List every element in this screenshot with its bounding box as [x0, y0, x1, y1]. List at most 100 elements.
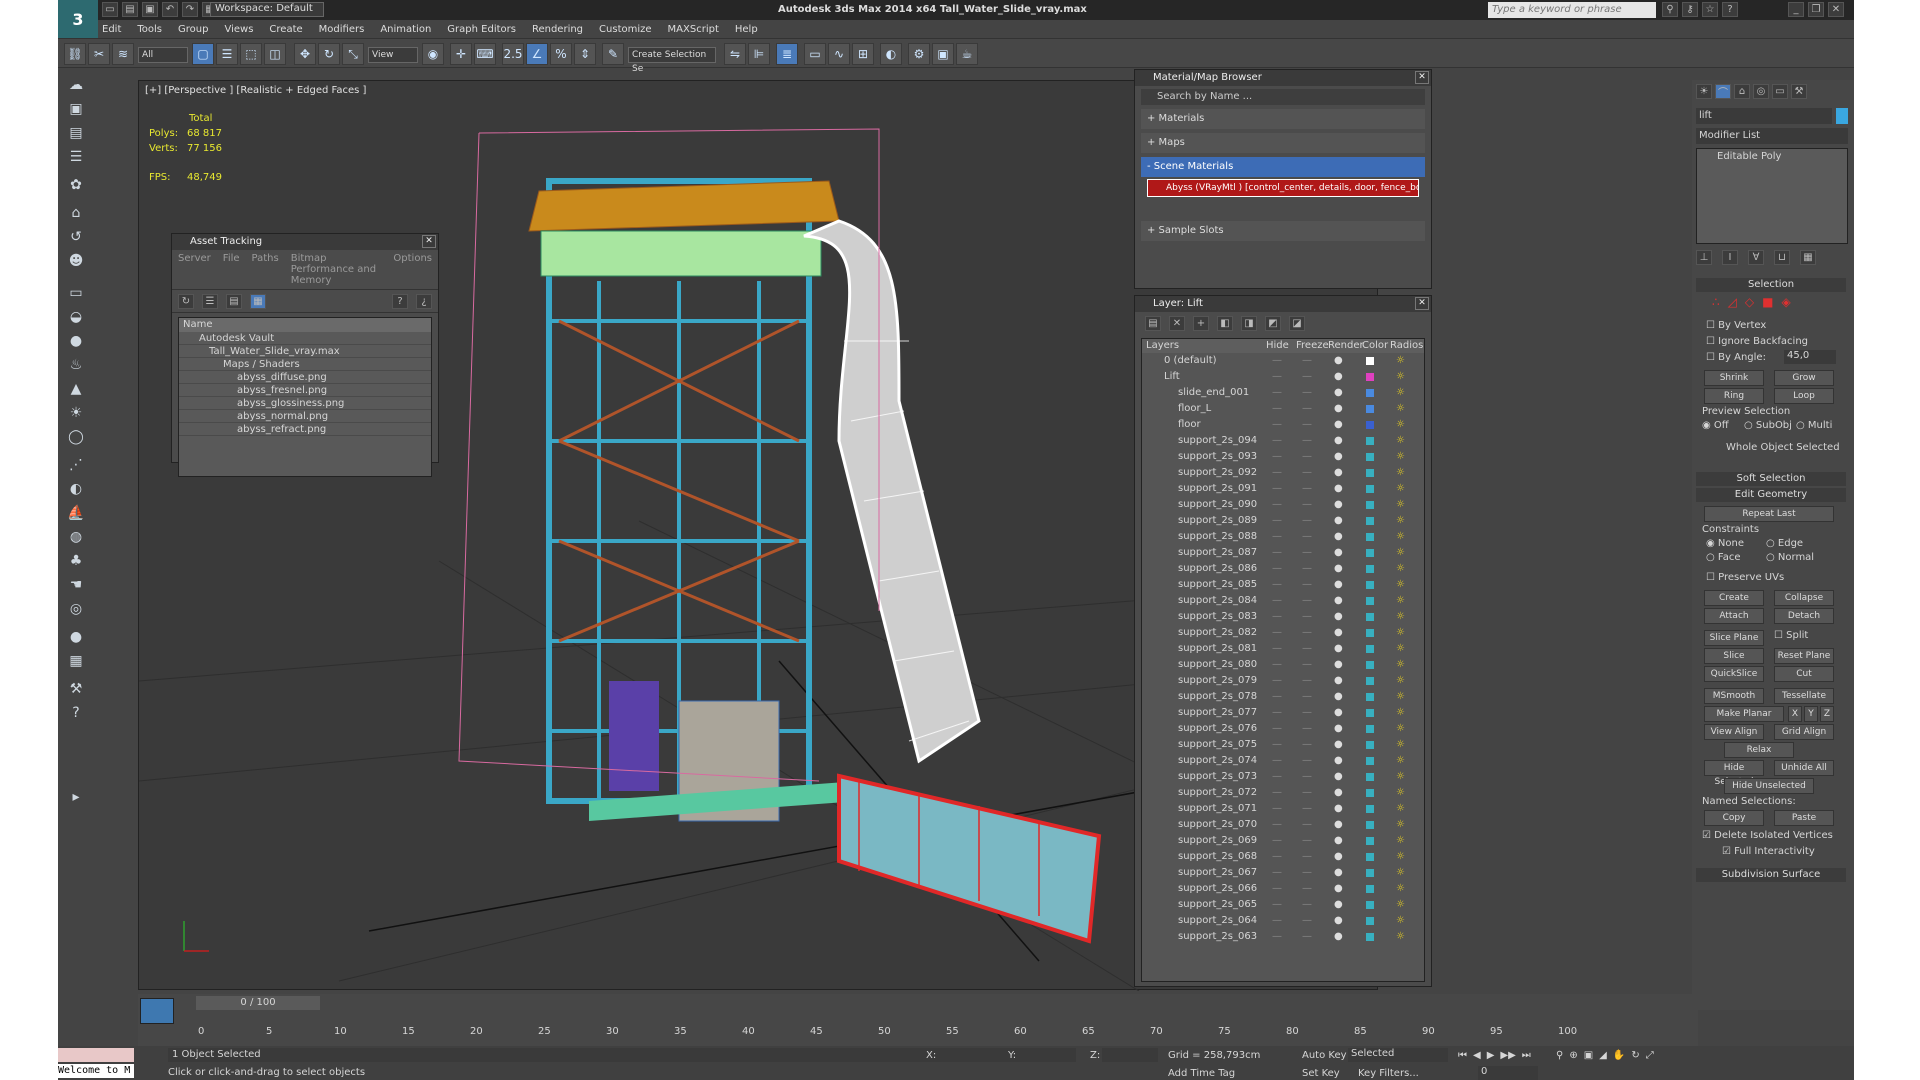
utilities-tab-icon[interactable]: ⚒	[1791, 84, 1807, 99]
hide-toggle[interactable]: —	[1272, 401, 1282, 417]
slice-plane-button[interactable]: Slice Plane	[1704, 630, 1764, 646]
ball-icon[interactable]: ●	[65, 626, 87, 648]
show-end-icon[interactable]: I	[1722, 250, 1738, 265]
help-icon[interactable]: ?	[392, 294, 408, 309]
render-icon[interactable]: ●	[1334, 369, 1343, 385]
layer-color-swatch[interactable]	[1366, 629, 1374, 637]
hide-selected-button[interactable]: Hide Selected	[1704, 760, 1764, 787]
radiosity-icon[interactable]: ☼	[1396, 817, 1405, 833]
layer-row[interactable]: support_2s_075 — — ● ☼	[1142, 737, 1424, 753]
freeze-toggle[interactable]: —	[1302, 673, 1312, 689]
freeze-toggle[interactable]: —	[1302, 641, 1312, 657]
pin-stack-icon[interactable]: ⊥	[1696, 250, 1712, 265]
select-layer-icon[interactable]: ◧	[1217, 316, 1233, 331]
layer-color-swatch[interactable]	[1366, 645, 1374, 653]
layer-row[interactable]: support_2s_078 — — ● ☼	[1142, 689, 1424, 705]
object-color-swatch[interactable]	[1836, 108, 1848, 124]
hide-toggle[interactable]: —	[1272, 417, 1282, 433]
menu-item-group[interactable]: Group	[178, 24, 208, 35]
asset-item[interactable]: abyss_diffuse.png	[179, 371, 431, 384]
quickslice-button[interactable]: QuickSlice	[1704, 666, 1764, 682]
render-icon[interactable]: ●	[1334, 897, 1343, 913]
layer-color-swatch[interactable]	[1366, 389, 1374, 397]
slice-button[interactable]: Slice	[1704, 648, 1764, 664]
layer-row[interactable]: support_2s_066 — — ● ☼	[1142, 881, 1424, 897]
radiosity-icon[interactable]: ☼	[1396, 705, 1405, 721]
border-icon[interactable]: ◇	[1745, 295, 1754, 309]
make-unique-icon[interactable]: ∀	[1748, 250, 1764, 265]
orbit-icon[interactable]: ↻	[1631, 1050, 1639, 1061]
layer-row[interactable]: Lift — — ● ☼	[1142, 369, 1424, 385]
layer-manager-icon[interactable]: ≣	[776, 43, 798, 65]
layer-col-radios[interactable]: Radios	[1390, 339, 1423, 353]
material-editor-icon[interactable]: ◐	[880, 43, 902, 65]
radiosity-icon[interactable]: ☼	[1396, 545, 1405, 561]
maxscript-mini-listener[interactable]: Welcome to M	[58, 1064, 134, 1078]
radiosity-icon[interactable]: ☼	[1396, 833, 1405, 849]
link-icon[interactable]: ⛓	[64, 43, 86, 65]
go-start-icon[interactable]: ⏮	[1458, 1050, 1467, 1061]
layer-color-swatch[interactable]	[1366, 613, 1374, 621]
moon-icon[interactable]: ◯	[65, 426, 87, 448]
layer-row[interactable]: floor — — ● ☼	[1142, 417, 1424, 433]
material-browser-title[interactable]: Material/Map Browser ✕	[1135, 70, 1431, 86]
render-icon[interactable]: ●	[1334, 593, 1343, 609]
grow-button[interactable]: Grow	[1774, 370, 1834, 386]
layer-row[interactable]: support_2s_087 — — ● ☼	[1142, 545, 1424, 561]
copy-button[interactable]: Copy	[1704, 810, 1764, 826]
radiosity-icon[interactable]: ☼	[1396, 385, 1405, 401]
hide-toggle[interactable]: —	[1272, 465, 1282, 481]
search-input[interactable]: Type a keyword or phrase	[1488, 2, 1656, 18]
hand-icon[interactable]: ☚	[65, 574, 87, 596]
current-frame-field[interactable]: 0	[1478, 1066, 1538, 1080]
create-button[interactable]: Create	[1704, 590, 1764, 606]
render-icon[interactable]: ●	[1334, 657, 1343, 673]
render-icon[interactable]: ●	[1334, 385, 1343, 401]
render-icon[interactable]: ●	[1334, 833, 1343, 849]
collapse-button[interactable]: Collapse	[1774, 590, 1834, 606]
add-time-tag[interactable]: Add Time Tag	[1168, 1068, 1235, 1079]
layer-color-swatch[interactable]	[1366, 741, 1374, 749]
window-crossing-icon[interactable]: ◫	[264, 43, 286, 65]
layer-color-swatch[interactable]	[1366, 933, 1374, 941]
hide-toggle[interactable]: —	[1272, 785, 1282, 801]
perspective-viewport[interactable]: [+] [Perspective ] [Realistic + Edged Fa…	[138, 69, 1432, 991]
layer-color-swatch[interactable]	[1366, 869, 1374, 877]
layer-row[interactable]: support_2s_065 — — ● ☼	[1142, 897, 1424, 913]
rect-selection-icon[interactable]: ⬚	[240, 43, 262, 65]
radiosity-icon[interactable]: ☼	[1396, 513, 1405, 529]
menu-item-maxscript[interactable]: MAXScript	[668, 24, 719, 35]
menu-item-edit[interactable]: Edit	[102, 24, 121, 35]
layer-row[interactable]: support_2s_064 — — ● ☼	[1142, 913, 1424, 929]
layer-color-swatch[interactable]	[1366, 469, 1374, 477]
hide-toggle[interactable]: —	[1272, 545, 1282, 561]
radiosity-icon[interactable]: ☼	[1396, 433, 1405, 449]
layer-row[interactable]: support_2s_094 — — ● ☼	[1142, 433, 1424, 449]
bind-spacewarp-icon[interactable]: ≋	[112, 43, 134, 65]
render-icon[interactable]: ●	[1334, 577, 1343, 593]
layer-color-swatch[interactable]	[1366, 357, 1374, 365]
disc-icon[interactable]: ◎	[65, 598, 87, 620]
detach-button[interactable]: Detach	[1774, 608, 1834, 624]
zoom-all-icon[interactable]: ⊕	[1569, 1050, 1577, 1061]
layer-row[interactable]: support_2s_070 — — ● ☼	[1142, 817, 1424, 833]
render-icon[interactable]: ●	[1334, 865, 1343, 881]
radiosity-icon[interactable]: ☼	[1396, 769, 1405, 785]
freeze-toggle[interactable]: —	[1302, 929, 1312, 945]
refresh-icon[interactable]: ↻	[178, 294, 194, 309]
layer-color-swatch[interactable]	[1366, 485, 1374, 493]
hide-toggle[interactable]: —	[1272, 897, 1282, 913]
layer-color-swatch[interactable]	[1366, 661, 1374, 669]
layer-color-swatch[interactable]	[1366, 501, 1374, 509]
snaps-toggle-icon[interactable]: 2.5	[502, 43, 524, 65]
render-icon[interactable]: ●	[1334, 481, 1343, 497]
radiosity-icon[interactable]: ☼	[1396, 465, 1405, 481]
hide-toggle[interactable]: —	[1272, 817, 1282, 833]
layer-color-swatch[interactable]	[1366, 405, 1374, 413]
minimize-icon[interactable]: _	[1788, 2, 1804, 17]
freeze-toggle[interactable]: —	[1302, 449, 1312, 465]
sample-slots-section[interactable]: + Sample Slots	[1141, 221, 1425, 241]
hide-toggle[interactable]: —	[1272, 801, 1282, 817]
x-field[interactable]	[938, 1048, 994, 1062]
freeze-toggle[interactable]: —	[1302, 721, 1312, 737]
